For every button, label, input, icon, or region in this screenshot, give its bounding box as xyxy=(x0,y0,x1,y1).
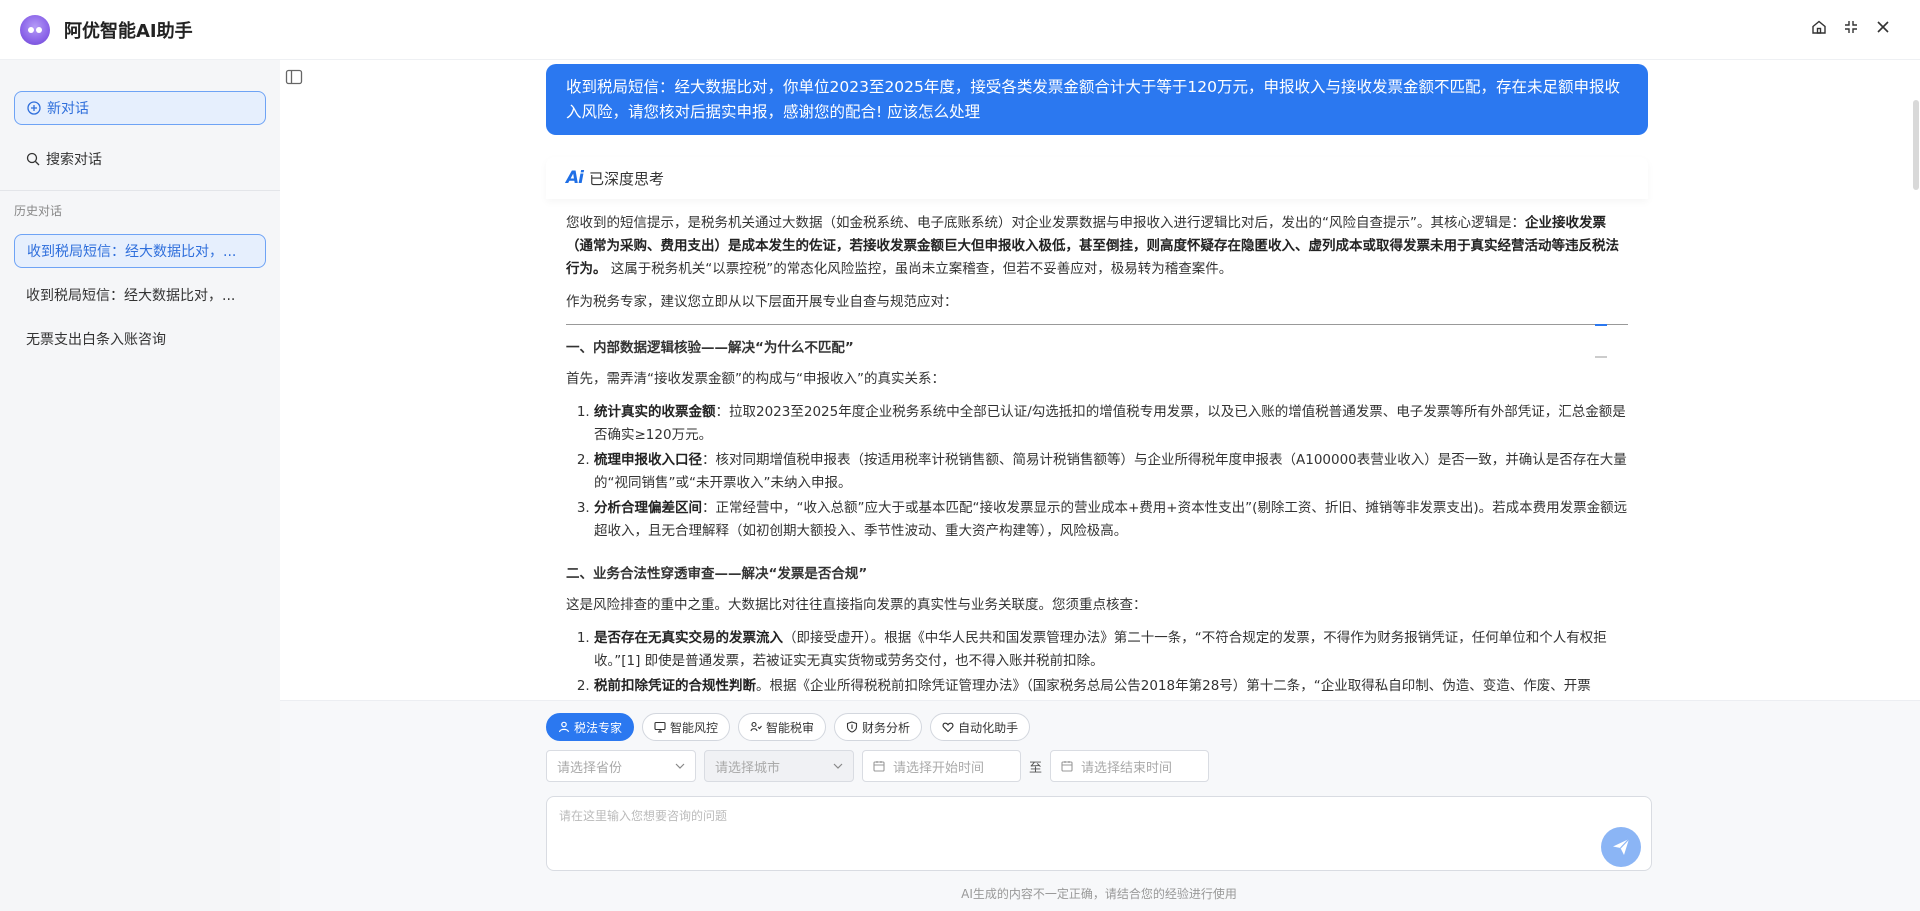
message-input-box xyxy=(546,796,1652,871)
send-icon xyxy=(1613,838,1630,855)
home-icon[interactable] xyxy=(1810,18,1828,36)
heart-icon xyxy=(942,722,954,733)
history-label: 历史对话 xyxy=(14,204,63,218)
close-icon[interactable] xyxy=(1874,18,1892,36)
date-range-separator: 至 xyxy=(1029,760,1043,776)
collapse-icon[interactable] xyxy=(1842,18,1860,36)
section-list: 是否存在无真实交易的发票流入（即接受虚开）。根据《中华人民共和国发票管理办法》第… xyxy=(566,627,1628,698)
chip-tax-expert[interactable]: 税法专家 xyxy=(546,713,635,741)
history-item[interactable]: 无票支出白条入账咨询 xyxy=(14,322,266,356)
chip-risk-control[interactable]: 智能风控 xyxy=(642,713,731,741)
province-select[interactable]: 请选择省份 xyxy=(546,750,696,782)
list-item: 税前扣除凭证的合规性判断。根据《企业所得税税前扣除凭证管理办法》（国家税务总局公… xyxy=(594,675,1628,698)
filters: 请选择省份 请选择城市 请选择开始时间 至 请选择结束时间 xyxy=(546,750,1210,782)
answer-intro: 您收到的短信提示，是税务机关通过大数据（如金税系统、电子底账系统）对企业发票数据… xyxy=(566,215,1619,277)
app-header: 阿优智能AI助手 xyxy=(0,0,1920,60)
user-message: 收到税局短信：经大数据比对，你单位2023至2025年度，接受各类发票金额合计大… xyxy=(546,64,1648,135)
chip-financial-analysis[interactable]: 财务分析 xyxy=(834,713,923,741)
scrollbar[interactable] xyxy=(1912,60,1920,700)
chevron-down-icon xyxy=(833,763,843,769)
message-input[interactable] xyxy=(559,807,1589,867)
composer: 税法专家 智能风控 智能税审 财务分析 自动化助手 请选择省份 请选择城市 请选… xyxy=(280,700,1920,911)
new-chat-label: 新对话 xyxy=(47,101,89,117)
history-item-label: 无票支出白条入账咨询 xyxy=(26,332,166,348)
list-item: 统计真实的收票金额：拉取2023至2025年度企业税务系统中全部已认证/勾选抵扣… xyxy=(594,401,1628,447)
divider xyxy=(566,324,1628,325)
header-actions xyxy=(1810,18,1892,36)
monitor-icon xyxy=(654,721,666,733)
app-title: 阿优智能AI助手 xyxy=(64,20,193,42)
answer-card: Ai 已深度思考 您收到的短信提示，是税务机关通过大数据（如金税系统、电子底账系… xyxy=(546,157,1648,700)
calendar-icon xyxy=(1061,761,1073,772)
chip-tax-review[interactable]: 智能税审 xyxy=(738,713,827,741)
section-anchor[interactable] xyxy=(1595,356,1607,358)
scrollbar-thumb[interactable] xyxy=(1913,100,1919,190)
new-chat-button[interactable]: 新对话 xyxy=(14,91,266,125)
history-item-label: 收到税局短信：经大数据比对，... xyxy=(26,288,236,304)
history-item-label: 收到税局短信：经大数据比对，... xyxy=(27,244,237,260)
start-date-picker[interactable]: 请选择开始时间 xyxy=(862,750,1021,782)
section-intro: 首先，需弄清“接收发票金额”的构成与“申报收入”的真实关系： xyxy=(566,371,945,387)
calendar-icon xyxy=(873,761,885,772)
app-logo-icon xyxy=(20,14,50,45)
ai-logo-icon: Ai xyxy=(566,168,584,188)
conversation-area[interactable]: 收到税局短信：经大数据比对，你单位2023至2025年度，接受各类发票金额合计大… xyxy=(280,60,1920,700)
list-item: 梳理申报收入口径：核对同期增值税申报表（按适用税率计税销售额、简易计税销售额等）… xyxy=(594,449,1628,495)
section-intro: 这是风险排查的重中之重。大数据比对往往直接指向发票的真实性与业务关联度。您须重点… xyxy=(566,597,1147,613)
section-title: 一、内部数据逻辑核验——解决“为什么不匹配” xyxy=(566,340,854,356)
history-item[interactable]: 收到税局短信：经大数据比对，... xyxy=(14,234,266,268)
review-icon xyxy=(750,721,762,732)
answer-intro-2: 作为税务专家，建议您立即从以下层面开展专业自查与规范应对： xyxy=(566,294,958,310)
section-anchor-active[interactable] xyxy=(1595,324,1607,326)
chevron-down-icon xyxy=(675,763,685,769)
sidebar: 新对话 搜索对话 历史对话 收到税局短信：经大数据比对，... 收到税局短信：经… xyxy=(0,60,280,911)
send-button[interactable] xyxy=(1601,827,1641,867)
expert-icon xyxy=(558,721,570,733)
list-item: 是否存在无真实交易的发票流入（即接受虚开）。根据《中华人民共和国发票管理办法》第… xyxy=(594,627,1628,673)
search-chat-label: 搜索对话 xyxy=(46,152,102,168)
plus-circle-icon xyxy=(27,101,41,115)
list-item: 分析合理偏差区间：正常经营中，“收入总额”应大于或基本匹配“接收发票显示的营业成… xyxy=(594,497,1628,543)
section-list: 统计真实的收票金额：拉取2023至2025年度企业税务系统中全部已认证/勾选抵扣… xyxy=(566,401,1628,543)
answer-body: 您收到的短信提示，是税务机关通过大数据（如金税系统、电子底账系统）对企业发票数据… xyxy=(546,199,1648,698)
chip-automation-assistant[interactable]: 自动化助手 xyxy=(930,713,1031,741)
shield-icon xyxy=(846,721,858,733)
thinking-header[interactable]: Ai 已深度思考 xyxy=(546,157,1648,199)
section-title: 二、业务合法性穿透审查——解决“发票是否合规” xyxy=(566,566,868,582)
city-select[interactable]: 请选择城市 xyxy=(704,750,854,782)
disclaimer: AI生成的内容不一定正确，请结合您的经验进行使用 xyxy=(961,887,1237,901)
search-icon xyxy=(26,152,40,166)
thinking-label: 已深度思考 xyxy=(588,169,664,188)
mode-chips: 税法专家 智能风控 智能税审 财务分析 自动化助手 xyxy=(546,713,1031,741)
search-chat-button[interactable]: 搜索对话 xyxy=(14,142,266,176)
sidebar-divider xyxy=(0,190,280,191)
end-date-picker[interactable]: 请选择结束时间 xyxy=(1050,750,1210,782)
history-item[interactable]: 收到税局短信：经大数据比对，... xyxy=(14,278,266,312)
